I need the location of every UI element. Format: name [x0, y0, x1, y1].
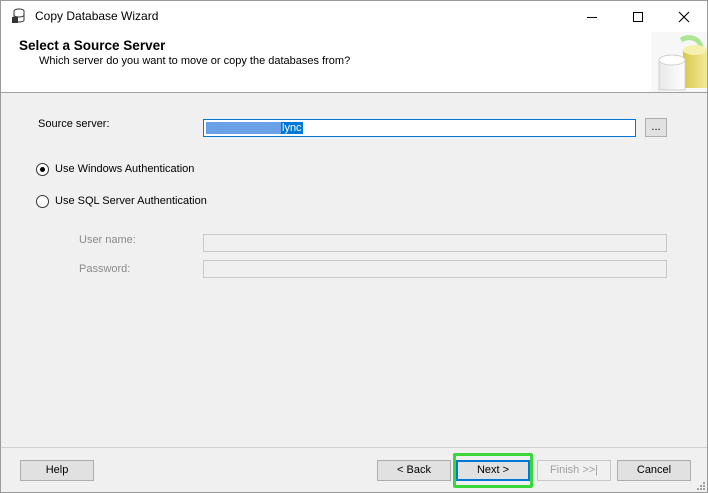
password-label: Password:: [79, 263, 131, 275]
browse-server-button[interactable]: ...: [645, 118, 667, 137]
close-icon: [678, 11, 690, 22]
back-button[interactable]: < Back: [377, 460, 451, 481]
finish-button[interactable]: Finish >>|: [537, 460, 611, 481]
maximize-icon: [633, 11, 643, 22]
wizard-app-icon: [12, 8, 25, 23]
password-input[interactable]: [203, 260, 667, 278]
minimize-icon: [587, 16, 597, 18]
minimize-button[interactable]: [569, 1, 615, 32]
window-title: Copy Database Wizard: [35, 9, 159, 23]
source-server-label: Source server:: [38, 118, 110, 130]
help-button[interactable]: Help: [20, 460, 94, 481]
cancel-button[interactable]: Cancel: [617, 460, 691, 481]
title-bar[interactable]: Copy Database Wizard: [1, 1, 707, 32]
windows-auth-label[interactable]: Use Windows Authentication: [55, 163, 194, 175]
radio-selected-dot: [40, 167, 45, 172]
source-server-value: lync: [281, 122, 303, 134]
windows-auth-radio[interactable]: [36, 163, 49, 176]
page-subtitle: Which server do you want to move or copy…: [39, 55, 351, 67]
next-button[interactable]: Next >: [456, 460, 530, 481]
sql-auth-radio[interactable]: [36, 195, 49, 208]
database-copy-graphic-icon: [651, 32, 707, 92]
browse-label: ...: [651, 121, 661, 133]
close-window-button[interactable]: [661, 1, 707, 32]
source-server-input[interactable]: lync: [203, 119, 636, 137]
username-input[interactable]: [203, 234, 667, 252]
maximize-button[interactable]: [615, 1, 661, 32]
redacted-server-name: [206, 122, 281, 134]
footer-divider: [1, 447, 707, 448]
page-title: Select a Source Server: [19, 38, 166, 53]
wizard-header: Select a Source Server Which server do y…: [1, 32, 707, 93]
resize-grip-icon[interactable]: [695, 480, 705, 490]
sql-auth-label[interactable]: Use SQL Server Authentication: [55, 195, 207, 207]
username-label: User name:: [79, 234, 136, 246]
copy-database-wizard-window: Copy Database Wizard Select a Source Ser…: [0, 0, 708, 493]
